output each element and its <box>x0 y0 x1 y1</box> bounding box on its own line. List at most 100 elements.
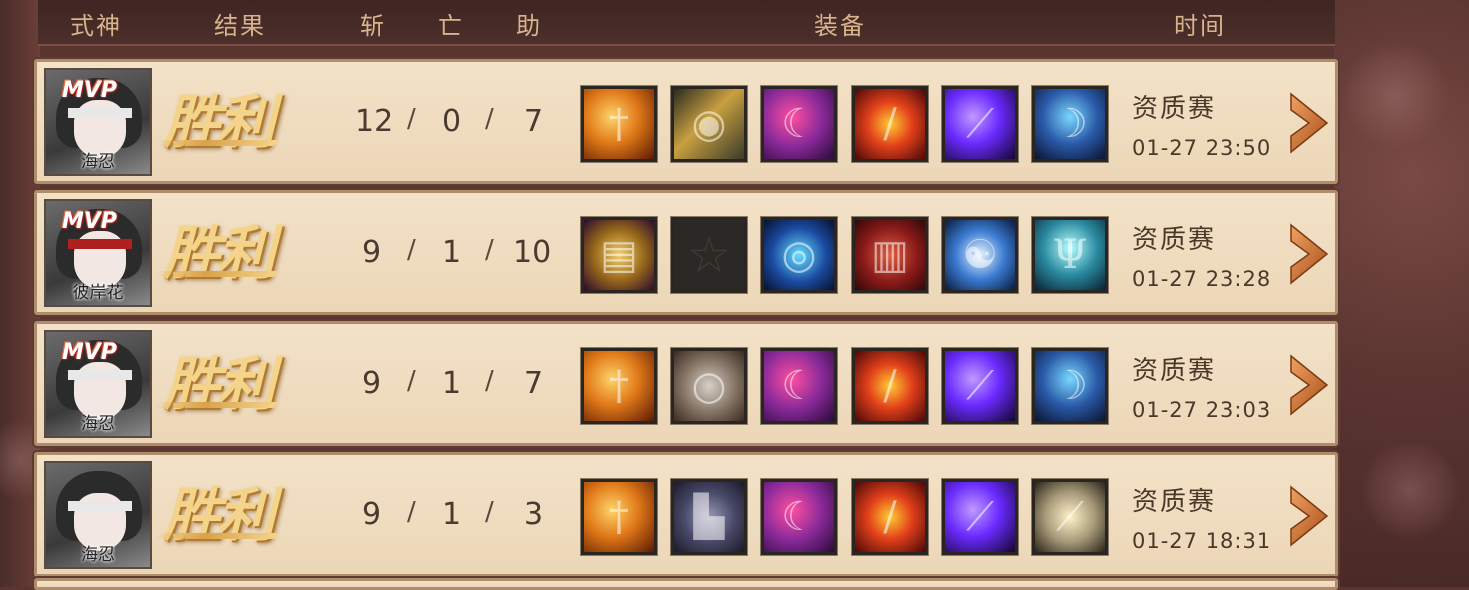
white-katana-icon[interactable]: ⟋ <box>1032 479 1108 555</box>
pink-scythe-icon[interactable]: ☾ <box>761 86 837 162</box>
header-time: 时间 <box>1174 12 1226 40</box>
item-glyph: ▙ <box>693 494 725 540</box>
stat-deaths: 0 <box>442 104 462 139</box>
background-flower <box>1340 40 1450 150</box>
violet-blade-icon[interactable]: ⟋ <box>942 86 1018 162</box>
table-header: 式神 结果 斩 亡 助 装备 时间 <box>38 0 1335 46</box>
result-label: 胜利 <box>155 82 343 162</box>
golden-scroll-icon[interactable]: ▤ <box>581 217 657 293</box>
stat-separator: / <box>407 235 416 265</box>
shikigami-name: 海忍 <box>81 414 115 434</box>
chevron-right-icon[interactable] <box>1287 223 1331 285</box>
table-row-partial <box>34 578 1338 590</box>
shikigami-avatar: 海忍 <box>44 461 152 569</box>
header-assists: 助 <box>516 12 542 40</box>
avatar-headband <box>68 501 132 511</box>
item-glyph: ⟋ <box>1056 494 1084 540</box>
ice-trident-icon[interactable]: Ψ <box>1032 217 1108 293</box>
pink-scythe-icon[interactable]: ☾ <box>761 479 837 555</box>
header-equipment: 装备 <box>814 12 866 40</box>
item-glyph: † <box>609 101 629 147</box>
stat-separator: / <box>407 366 416 396</box>
match-time: 01-27 23:28 <box>1132 267 1272 291</box>
header-deaths: 亡 <box>438 12 464 40</box>
flame-dagger-icon[interactable]: † <box>581 86 657 162</box>
stat-separator: / <box>407 104 416 134</box>
fire-sword-icon[interactable]: / <box>852 86 928 162</box>
stat-kills: 9 <box>362 497 382 532</box>
item-glyph: / <box>883 494 897 540</box>
item-glyph: ☽ <box>1052 363 1088 409</box>
header-kills: 斩 <box>360 12 386 40</box>
background-flower <box>1360 440 1460 540</box>
shikigami-name: 海忍 <box>81 152 115 172</box>
golden-eye-blade-icon[interactable]: ◉ <box>671 86 747 162</box>
stat-separator: / <box>485 235 494 265</box>
mvp-badge: MVP <box>62 78 118 103</box>
blue-chain-scythe-icon[interactable]: ☽ <box>1032 86 1108 162</box>
avatar-headband <box>68 108 132 118</box>
flame-dagger-icon[interactable]: † <box>581 479 657 555</box>
item-glyph: / <box>883 101 897 147</box>
header-result: 结果 <box>214 12 266 40</box>
match-mode: 资质赛 <box>1132 487 1217 517</box>
fire-sword-icon[interactable]: / <box>852 348 928 424</box>
match-time: 01-27 23:50 <box>1132 136 1272 160</box>
item-glyph: ☾ <box>781 101 817 147</box>
ninja-boots-icon[interactable]: ▙ <box>671 479 747 555</box>
fire-sword-icon[interactable]: / <box>852 479 928 555</box>
violet-blade-icon[interactable]: ⟋ <box>942 348 1018 424</box>
item-glyph: ☆ <box>686 226 732 284</box>
table-row[interactable]: MVP 彼岸花 胜利 9 1 10 / / ▤ ☆ ◎ ▥ ☯ Ψ 资质赛 01-27 23:28 <box>34 190 1338 315</box>
result-swoosh <box>155 402 279 408</box>
stat-separator: / <box>485 104 494 134</box>
stat-separator: / <box>485 366 494 396</box>
result-swoosh <box>155 140 279 146</box>
match-mode: 资质赛 <box>1132 225 1217 255</box>
stat-kills: 9 <box>362 235 382 270</box>
table-row[interactable]: MVP 海忍 胜利 9 1 7 / / † ○ ☾ / ⟋ ☽ 资质赛 01-27 23:03 <box>34 321 1338 446</box>
result-label: 胜利 <box>155 344 343 424</box>
table-row[interactable]: MVP 海忍 胜利 12 0 7 / / † ◉ ☾ / ⟋ ☽ 资质赛 01-27 23:50 <box>34 59 1338 184</box>
stat-separator: / <box>407 497 416 527</box>
match-time: 01-27 23:03 <box>1132 398 1272 422</box>
stat-kills: 12 <box>355 104 394 139</box>
pink-scythe-icon[interactable]: ☾ <box>761 348 837 424</box>
stat-separator: / <box>485 497 494 527</box>
item-glyph: ☽ <box>1052 101 1088 147</box>
item-glyph: / <box>883 363 897 409</box>
item-glyph: ▥ <box>871 232 909 278</box>
shikigami-name: 海忍 <box>81 545 115 565</box>
item-glyph: † <box>609 494 629 540</box>
chevron-right-icon[interactable] <box>1287 354 1331 416</box>
empty-slot-icon[interactable]: ☆ <box>671 217 747 293</box>
stat-deaths: 1 <box>442 235 462 270</box>
red-drum-icon[interactable]: ▥ <box>852 217 928 293</box>
header-shikigami: 式神 <box>70 12 122 40</box>
match-time: 01-27 18:31 <box>1132 529 1272 553</box>
item-glyph: ☾ <box>781 363 817 409</box>
item-glyph: ○ <box>691 363 727 409</box>
stat-assists: 7 <box>524 104 544 139</box>
result-swoosh <box>155 271 279 277</box>
result-swoosh <box>155 533 279 539</box>
mvp-badge: MVP <box>62 209 118 234</box>
table-row[interactable]: 海忍 胜利 9 1 3 / / † ▙ ☾ / ⟋ ⟋ 资质赛 01-27 18:31 <box>34 452 1338 577</box>
item-glyph: ☯ <box>962 232 998 278</box>
shikigami-avatar: MVP 彼岸花 <box>44 199 152 307</box>
bagua-mirror-icon[interactable]: ☯ <box>942 217 1018 293</box>
item-glyph: ⟋ <box>966 101 994 147</box>
silver-ring-icon[interactable]: ○ <box>671 348 747 424</box>
blue-staff-icon[interactable]: ◎ <box>761 217 837 293</box>
chevron-right-icon[interactable] <box>1287 485 1331 547</box>
flame-dagger-icon[interactable]: † <box>581 348 657 424</box>
blue-chain-scythe-icon[interactable]: ☽ <box>1032 348 1108 424</box>
stat-deaths: 1 <box>442 497 462 532</box>
stat-assists: 7 <box>524 366 544 401</box>
item-glyph: ⟋ <box>966 494 994 540</box>
chevron-right-icon[interactable] <box>1287 92 1331 154</box>
match-mode: 资质赛 <box>1132 356 1217 386</box>
shikigami-name: 彼岸花 <box>72 283 124 303</box>
item-glyph: † <box>609 363 629 409</box>
violet-blade-icon[interactable]: ⟋ <box>942 479 1018 555</box>
